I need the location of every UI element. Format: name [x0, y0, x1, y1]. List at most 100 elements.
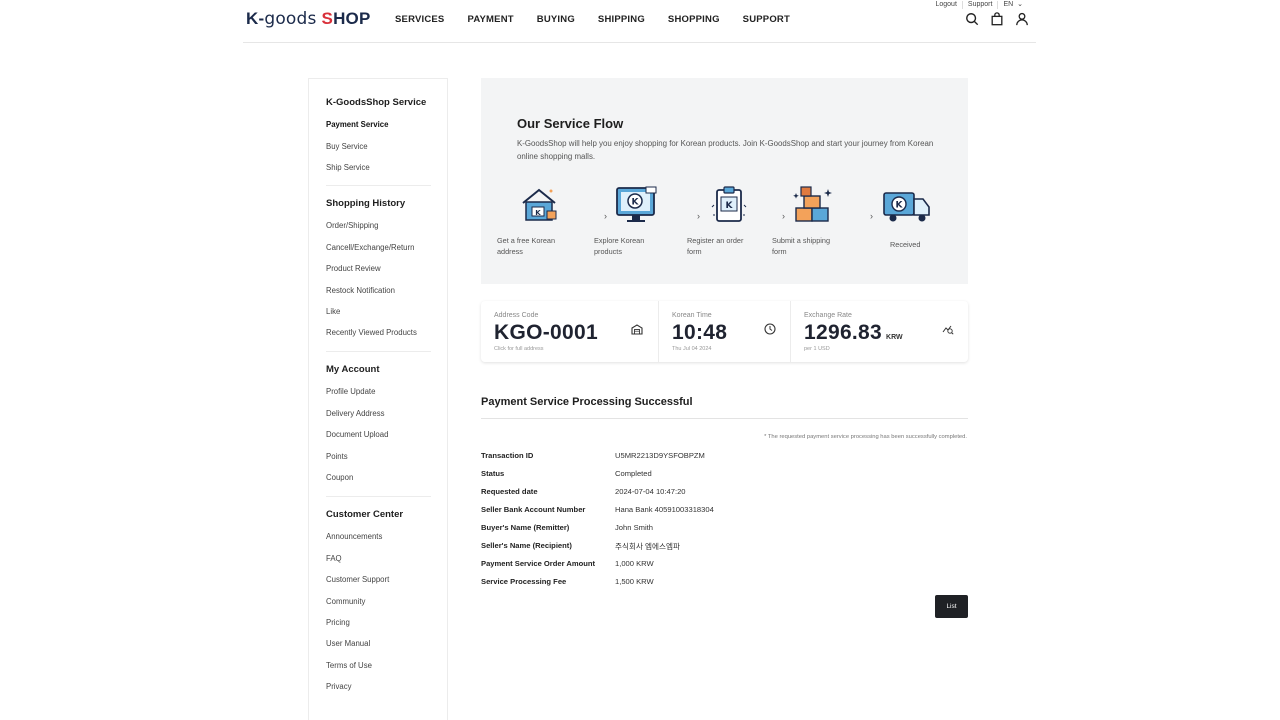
search-icon[interactable]: [965, 12, 979, 26]
sidebar-item-points[interactable]: Points: [326, 452, 431, 461]
result-value: 주식회사 엠에스엠파: [615, 542, 680, 551]
boxes-icon: [793, 186, 832, 222]
address-code-hint: Click for full address: [494, 346, 544, 352]
result-key: Requested date: [481, 487, 538, 496]
site-logo[interactable]: K-goods SHOP: [246, 9, 371, 29]
nav-buying[interactable]: BUYING: [537, 14, 575, 25]
sidebar-item-buy-service[interactable]: Buy Service: [326, 142, 431, 151]
logout-link[interactable]: Logout: [930, 1, 963, 9]
result-value: Hana Bank 40591003318304: [615, 505, 714, 514]
flow-step-submit-shipping: Submit a shipping form: [772, 185, 836, 257]
nav-shipping[interactable]: SHIPPING: [598, 14, 645, 25]
sidebar-item-product-review[interactable]: Product Review: [326, 264, 431, 273]
sidebar-item-order-shipping[interactable]: Order/Shipping: [326, 221, 431, 230]
language-select[interactable]: EN ⌄: [998, 1, 1028, 9]
result-key: Seller Bank Account Number: [481, 505, 586, 514]
flow-step-register-order: K Register an order form: [687, 185, 751, 257]
sidebar-item-recently-viewed[interactable]: Recently Viewed Products: [326, 328, 431, 337]
sidebar-item-community[interactable]: Community: [326, 597, 431, 606]
service-flow-description: K-GoodsShop will help you enjoy shopping…: [517, 139, 934, 161]
sidebar-group-title: My Account: [326, 364, 380, 375]
result-row: Status Completed: [481, 469, 968, 481]
main-nav: SERVICES PAYMENT BUYING SHIPPING SHOPPIN…: [395, 14, 813, 25]
korean-date: Thu Jul 04 2024: [672, 346, 712, 352]
sidebar-divider: [326, 351, 431, 352]
sidebar-item-announcements[interactable]: Announcements: [326, 532, 431, 541]
result-key: Service Processing Fee: [481, 577, 567, 586]
result-value: John Smith: [615, 523, 653, 532]
sidebar: K-GoodsShop Service Payment Service Buy …: [308, 78, 448, 720]
monitor-icon: K: [616, 186, 657, 222]
result-value: U5MR2213D9YSFOBPZM: [615, 451, 705, 460]
korean-time-cell: Korean Time 10:48 Thu Jul 04 2024: [658, 301, 790, 362]
support-link[interactable]: Support: [963, 1, 999, 9]
sidebar-item-document-upload[interactable]: Document Upload: [326, 430, 431, 439]
truck-icon: K: [883, 192, 930, 222]
korean-time-label: Korean Time: [672, 312, 712, 319]
sidebar-group-title: Shopping History: [326, 198, 406, 209]
user-icon[interactable]: [1015, 12, 1029, 26]
utility-links: Logout Support EN ⌄: [930, 1, 1028, 9]
flow-step-caption: form: [687, 247, 702, 256]
result-divider: [481, 418, 968, 419]
result-row: Seller Bank Account Number Hana Bank 4059…: [481, 505, 968, 517]
exchange-rate-value: 1296.83 KRW: [804, 321, 903, 344]
nav-payment[interactable]: PAYMENT: [467, 14, 513, 25]
result-key: Status: [481, 469, 505, 478]
svg-text:K: K: [896, 201, 904, 211]
sidebar-divider: [326, 496, 431, 497]
sidebar-item-payment-service[interactable]: Payment Service: [326, 120, 431, 129]
address-code-value: KGO-0001: [494, 321, 598, 344]
sidebar-group-title: Customer Center: [326, 509, 404, 520]
nav-shopping[interactable]: SHOPPING: [668, 14, 720, 25]
cart-icon[interactable]: [990, 12, 1004, 26]
service-flow-panel: Our Service Flow K-GoodsShop will help y…: [481, 78, 968, 284]
flow-step-caption: address: [497, 247, 523, 256]
header-bar: K-goods SHOP SERVICES PAYMENT BUYING SHI…: [243, 0, 1036, 43]
sidebar-item-pricing[interactable]: Pricing: [326, 618, 431, 627]
sidebar-group-service: K-GoodsShop Service Payment Service Buy …: [326, 97, 431, 172]
sidebar-item-ship-service[interactable]: Ship Service: [326, 163, 431, 172]
list-button[interactable]: List: [935, 595, 968, 618]
sidebar-item-terms-of-use[interactable]: Terms of Use: [326, 661, 431, 670]
sidebar-item-coupon[interactable]: Coupon: [326, 473, 431, 482]
exchange-rate-unit: KRW: [886, 334, 903, 341]
result-title: Payment Service Processing Successful: [481, 396, 693, 408]
sidebar-item-delivery-address[interactable]: Delivery Address: [326, 409, 431, 418]
sidebar-item-cancel-exchange-return[interactable]: Cancell/Exchange/Return: [326, 243, 431, 252]
result-row: Requested date 2024-07-04 10:47:20: [481, 487, 968, 499]
clock-icon: [764, 323, 776, 335]
korean-time-value: 10:48: [672, 321, 728, 344]
nav-services[interactable]: SERVICES: [395, 14, 444, 25]
exchange-rate-cell: Exchange Rate 1296.83 KRW per 1 USD: [790, 301, 968, 362]
flow-step-caption: Register an order: [687, 236, 744, 245]
sidebar-group-title: K-GoodsShop Service: [326, 97, 427, 108]
result-row: Seller's Name (Recipient) 주식회사 엠에스엠파: [481, 541, 968, 553]
result-row: Payment Service Order Amount 1,000 KRW: [481, 559, 968, 571]
address-code-cell[interactable]: Address Code KGO-0001 Click for full add…: [481, 301, 658, 362]
result-key: Payment Service Order Amount: [481, 559, 596, 568]
flow-step-caption: products: [594, 247, 622, 256]
flow-step-caption: Received: [890, 240, 921, 249]
sidebar-group-account: My Account Profile Update Delivery Addre…: [326, 364, 431, 482]
flow-step-caption: Explore Korean: [594, 236, 645, 245]
sidebar-divider: [326, 185, 431, 186]
sidebar-item-customer-support[interactable]: Customer Support: [326, 575, 431, 584]
exchange-rate-basis: per 1 USD: [804, 346, 830, 352]
service-flow-title: Our Service Flow: [517, 116, 624, 131]
result-key: Transaction ID: [481, 451, 534, 460]
sidebar-item-restock-notification[interactable]: Restock Notification: [326, 286, 431, 295]
clipboard-icon: K: [711, 186, 747, 222]
result-value: Completed: [615, 469, 652, 478]
result-row: Transaction ID U5MR2213D9YSFOBPZM: [481, 451, 968, 463]
info-card: Address Code KGO-0001 Click for full add…: [481, 301, 968, 362]
flow-step-caption: Submit a shipping: [772, 236, 831, 245]
svg-text:K: K: [632, 198, 640, 208]
sidebar-item-user-manual[interactable]: User Manual: [326, 639, 431, 648]
sidebar-item-privacy[interactable]: Privacy: [326, 682, 431, 691]
flow-step-received: K Received: [862, 185, 932, 250]
nav-support[interactable]: SUPPORT: [743, 14, 790, 25]
sidebar-item-profile-update[interactable]: Profile Update: [326, 387, 431, 396]
sidebar-item-faq[interactable]: FAQ: [326, 554, 431, 563]
sidebar-item-like[interactable]: Like: [326, 307, 431, 316]
